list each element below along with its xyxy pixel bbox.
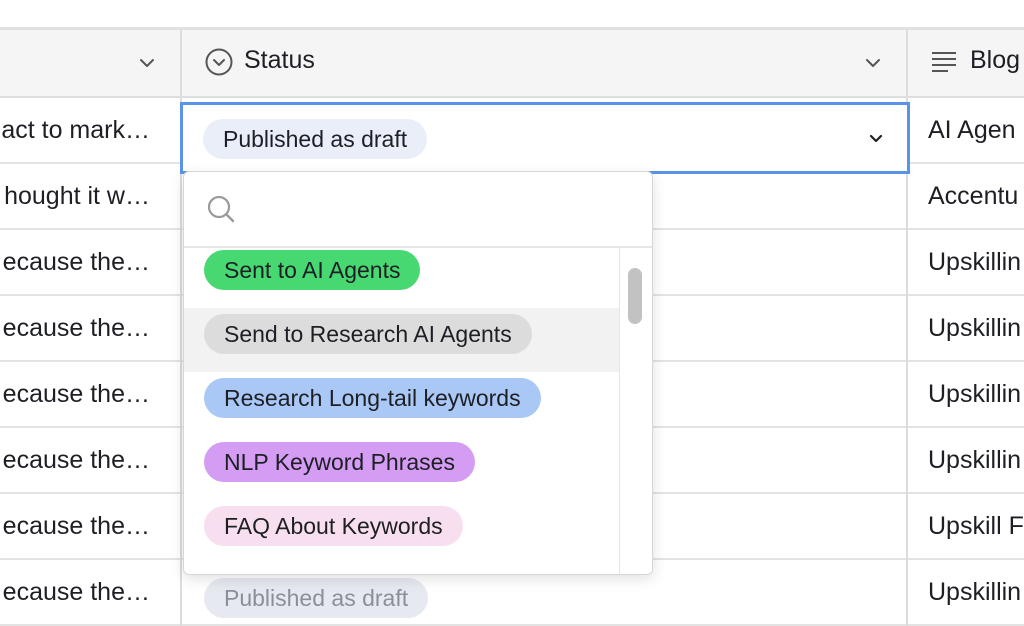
table-cell[interactable]: AI Agen	[908, 98, 1024, 164]
table-cell[interactable]: ecause the…	[0, 296, 182, 362]
table-cell[interactable]: hought it w…	[0, 164, 182, 230]
table-cell[interactable]: Accentu	[908, 164, 1024, 230]
column-header-label: Blog	[970, 46, 1021, 74]
dropdown-search	[184, 172, 652, 248]
scrollbar-thumb[interactable]	[628, 268, 642, 324]
option-item[interactable]: Send to Research AI Agents	[184, 308, 620, 372]
option-item[interactable]: Sent to AI Agents	[184, 244, 620, 308]
option-pill[interactable]: Send to Research AI Agents	[204, 314, 532, 354]
column-header-label: Status	[244, 46, 315, 74]
table-cell[interactable]: Upskill F	[908, 494, 1024, 560]
search-icon	[207, 195, 235, 223]
table-cell[interactable]: ecause the…	[0, 560, 182, 626]
active-status-cell[interactable]: Published as draft	[180, 102, 910, 174]
chevron-down-icon[interactable]	[138, 54, 156, 72]
table-cell[interactable]: Upskillin	[908, 362, 1024, 428]
table-cell[interactable]: Upskillin	[908, 560, 1024, 626]
column-header-status[interactable]: Status	[182, 30, 908, 96]
option-pill[interactable]: Sent to AI Agents	[204, 250, 421, 290]
option-pill[interactable]: FAQ About Keywords	[204, 506, 463, 546]
option-pill[interactable]: Research Long-tail keywords	[204, 378, 541, 418]
table-cell[interactable]: ecause the…	[0, 428, 182, 494]
single-select-icon	[205, 48, 233, 76]
option-item[interactable]: FAQ About Keywords	[184, 500, 620, 564]
selected-status-pill[interactable]: Published as draft	[203, 119, 428, 159]
chevron-down-icon[interactable]	[864, 54, 882, 72]
table-cell[interactable]: ecause the…	[0, 230, 182, 296]
search-input[interactable]	[248, 188, 632, 232]
table-cell[interactable]: act to mark…	[0, 98, 182, 164]
status-dropdown: Sent to AI Agents Send to Research AI Ag…	[183, 171, 653, 575]
table-cell[interactable]: Upskillin	[908, 230, 1024, 296]
top-strip	[0, 0, 1024, 30]
table-header: Status Blog	[0, 30, 1024, 98]
column-header-blog[interactable]: Blog	[908, 30, 1024, 96]
table-cell[interactable]: Upskillin	[908, 428, 1024, 494]
column-header-previous[interactable]	[0, 30, 182, 96]
table-cell[interactable]: Upskillin	[908, 296, 1024, 362]
status-pill[interactable]: Published as draft	[204, 578, 429, 618]
option-list: Sent to AI Agents Send to Research AI Ag…	[184, 248, 620, 574]
table-cell[interactable]: ecause the…	[0, 494, 182, 560]
table-cell[interactable]: ecause the…	[0, 362, 182, 428]
option-pill[interactable]: NLP Keyword Phrases	[204, 442, 475, 482]
scrollbar[interactable]	[619, 248, 652, 574]
chevron-down-icon[interactable]	[867, 130, 885, 148]
option-item[interactable]: NLP Keyword Phrases	[184, 436, 620, 500]
option-item[interactable]: Research Long-tail keywords	[184, 372, 620, 436]
long-text-icon	[932, 52, 956, 72]
